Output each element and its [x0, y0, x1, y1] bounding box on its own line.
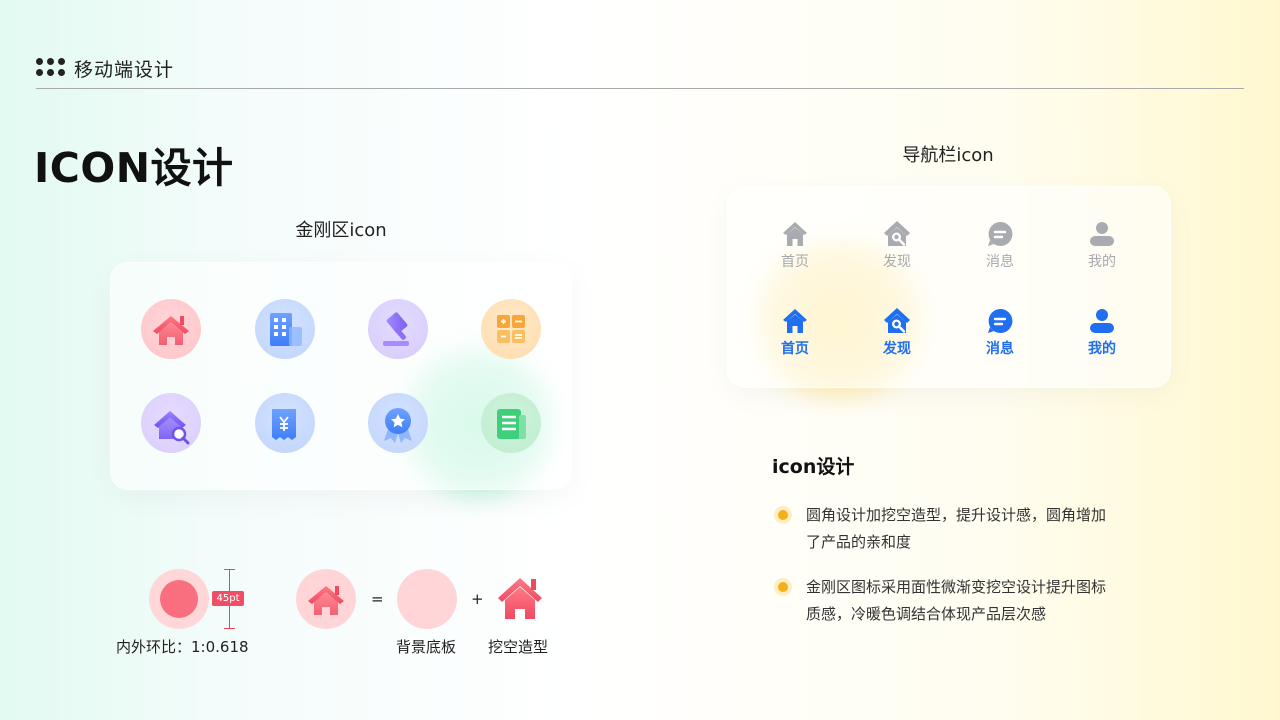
message-icon: [988, 308, 1013, 333]
kingkong-house-search-icon[interactable]: [141, 393, 201, 453]
cutout-shape-label: 挖空造型: [488, 638, 549, 656]
size-tag: 45pt: [212, 591, 244, 606]
kingkong-panel: [110, 262, 572, 490]
ratio-label: 内外环比：1:0.618: [116, 638, 249, 656]
bullet-dot: [778, 510, 788, 520]
kingkong-auction-icon[interactable]: [368, 299, 428, 359]
nav-profile-active[interactable]: 我的: [1067, 306, 1137, 358]
nav-message-inactive[interactable]: 消息: [965, 219, 1035, 271]
cutout-home-icon: [490, 569, 550, 629]
design-point-1: 圆角设计加挖空造型，提升设计感，圆角增加 了产品的亲和度: [806, 506, 1107, 551]
plus-sign: +: [471, 590, 484, 608]
nav-profile-inactive[interactable]: 我的: [1067, 219, 1137, 271]
kingkong-calculator-icon[interactable]: [481, 299, 541, 359]
home-icon: [783, 309, 807, 333]
profile-icon: [1090, 309, 1114, 333]
home-icon: [783, 222, 807, 246]
kingkong-document-icon[interactable]: [481, 393, 541, 453]
nav-message-active[interactable]: 消息: [965, 306, 1035, 358]
design-notes-heading: icon设计: [772, 456, 855, 478]
nav-discover-active[interactable]: 发现: [862, 306, 932, 358]
navbar-section-label: 导航栏icon: [902, 145, 994, 166]
bullet-dot: [778, 582, 788, 592]
dimension-cap-top: [224, 569, 235, 570]
discover-icon: [884, 308, 910, 333]
header-divider: [36, 88, 1244, 89]
equals-sign: =: [371, 590, 384, 608]
nav-home-active[interactable]: 首页: [760, 306, 830, 358]
kingkong-section-label: 金刚区icon: [295, 220, 387, 241]
kingkong-building-icon[interactable]: [255, 299, 315, 359]
kingkong-bill-icon[interactable]: [255, 393, 315, 453]
kingkong-home-icon[interactable]: [141, 299, 201, 359]
discover-icon: [884, 221, 910, 246]
kingkong-medal-icon[interactable]: [368, 393, 428, 453]
outer-ring-circle: [149, 569, 209, 629]
brand-title: 移动端设计: [74, 59, 175, 81]
profile-icon: [1090, 222, 1114, 246]
background-plate-label: 背景底板: [396, 638, 457, 656]
dimension-cap-bottom: [224, 628, 235, 629]
nav-discover-inactive[interactable]: 发现: [862, 219, 932, 271]
background-plate-circle: [397, 569, 457, 629]
combined-home-icon: [296, 569, 356, 629]
design-point-2: 金刚区图标采用面性微渐变挖空设计提升图标 质感，冷暖色调结合体现产品层次感: [806, 578, 1107, 623]
message-icon: [988, 221, 1013, 246]
inner-ring-circle: [160, 580, 198, 618]
menu-dots-icon: [36, 58, 66, 76]
nav-home-inactive[interactable]: 首页: [760, 219, 830, 271]
page-title: ICON设计: [34, 144, 234, 192]
